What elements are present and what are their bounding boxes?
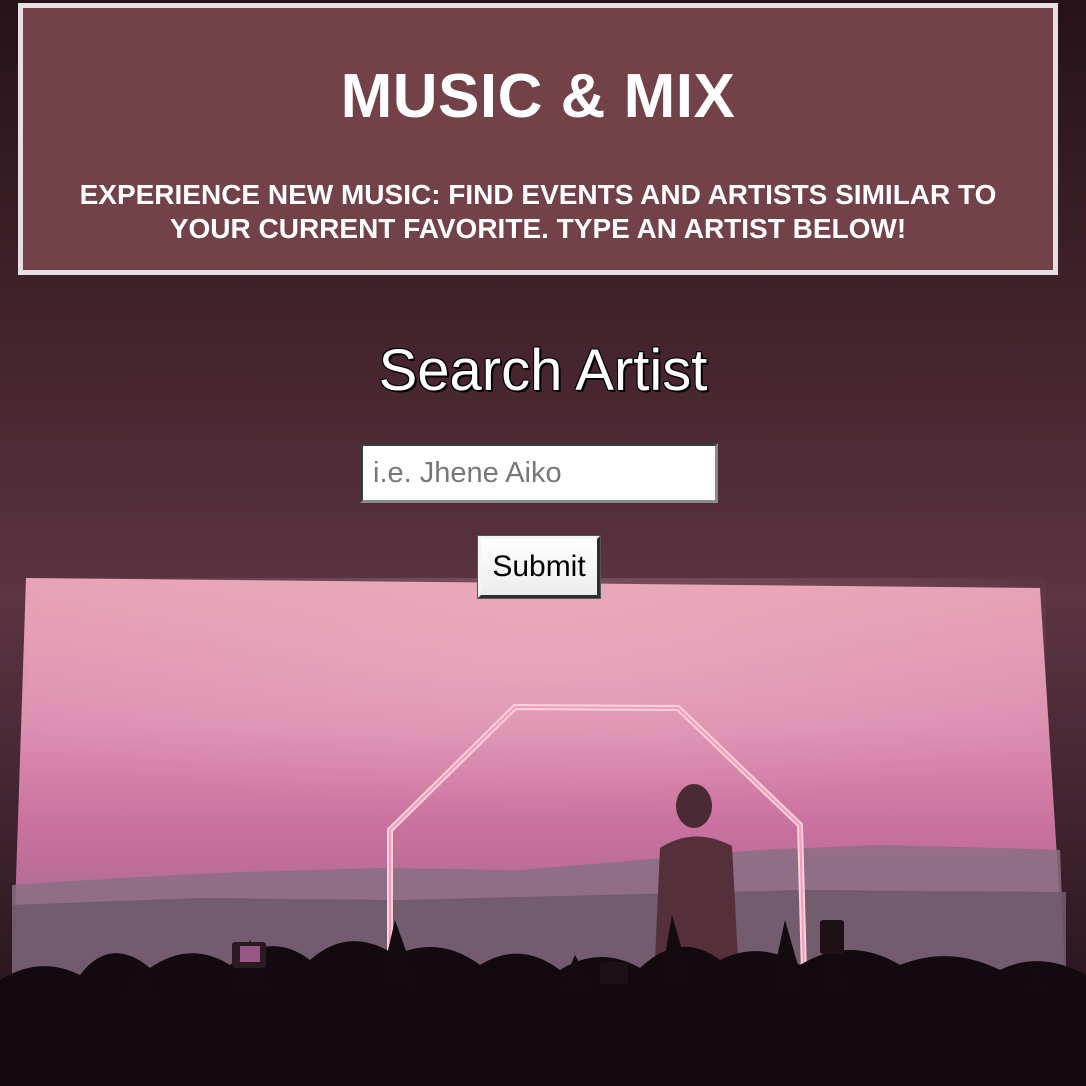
artist-search-input[interactable] xyxy=(360,443,718,503)
search-heading: Search Artist xyxy=(378,338,708,403)
site-title: MUSIC & MIX xyxy=(340,62,736,131)
site-tagline: EXPERIENCE NEW MUSIC: FIND EVENTS AND AR… xyxy=(79,179,997,244)
header-banner: MUSIC & MIX EXPERIENCE NEW MUSIC: FIND E… xyxy=(18,3,1058,275)
submit-button[interactable]: Submit xyxy=(477,535,601,599)
page: MUSIC & MIX EXPERIENCE NEW MUSIC: FIND E… xyxy=(0,0,1086,1086)
